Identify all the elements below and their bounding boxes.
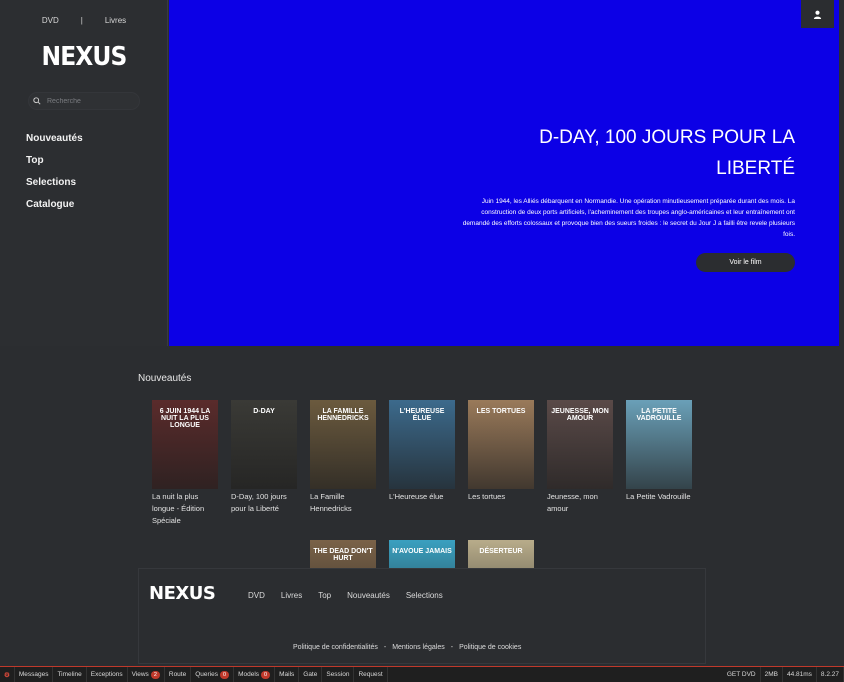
footer-link-nouveautes[interactable]: Nouveautés <box>347 591 390 600</box>
debug-toolbar: ⚙ Messages Timeline Exceptions Views 2 Route Q… <box>0 666 844 682</box>
poster-title: D-DAY <box>253 408 275 415</box>
count-badge: 0 <box>220 670 230 679</box>
movie-title[interactable]: La Petite Vadrouille <box>626 491 692 503</box>
movie-title[interactable]: D-Day, 100 jours pour la Liberté <box>231 491 297 515</box>
dvd-link[interactable]: DVD <box>42 16 59 25</box>
debugbar-tab-label: Mails <box>279 671 295 678</box>
poster-title: 6 JUIN 1944 LA NUIT LA PLUS LONGUE <box>159 408 211 429</box>
debugbar-tab[interactable]: Route <box>165 667 192 682</box>
movie-poster[interactable]: D-DAY <box>231 400 297 489</box>
poster-title: N'AVOUE JAMAIS <box>392 548 452 555</box>
debugbar-tab[interactable]: Queries 0 <box>191 667 235 682</box>
count-badge: 2 <box>150 670 160 679</box>
movie-card[interactable]: JEUNESSE, MON AMOUR Jeunesse, mon amour <box>547 400 613 515</box>
debugbar-tab[interactable]: Timeline <box>53 667 87 682</box>
footer-logo[interactable]: NEXUS <box>149 583 216 604</box>
debugbar-tab-label: Route <box>168 671 187 678</box>
debugbar-tab-label: Messages <box>18 671 49 678</box>
movie-poster[interactable]: LA PETITE VADROUILLE <box>626 400 692 489</box>
debugbar-tab-label: Gate <box>303 671 318 678</box>
cookies-link[interactable]: Politique de cookies <box>459 644 521 651</box>
movie-card[interactable]: D-DAY D-Day, 100 jours pour la Liberté <box>231 400 297 515</box>
movie-poster[interactable]: L'HEUREUSE ÉLUE <box>389 400 455 489</box>
nav-item-selections[interactable]: Selections <box>26 176 83 189</box>
movie-title[interactable]: La nuit la plus longue - Édition Spécial… <box>152 491 218 527</box>
debugbar-tab-label: Request <box>358 671 383 678</box>
search-box[interactable] <box>28 92 140 110</box>
debugbar-tab-label: Session <box>326 671 350 678</box>
footer-link-top[interactable]: Top <box>318 591 331 600</box>
debugbar-tab[interactable]: Messages <box>15 667 54 682</box>
footer-nav: DVD Livres Top Nouveautés Selections <box>248 591 443 600</box>
debugbar-stat[interactable]: GET DVD <box>723 667 761 682</box>
debugbar-tab-label: Views <box>131 671 149 678</box>
debugbar-tab[interactable]: Exceptions <box>87 667 128 682</box>
movie-poster[interactable]: LES TORTUES <box>468 400 534 489</box>
movie-card[interactable]: LA PETITE VADROUILLE La Petite Vadrouille <box>626 400 692 503</box>
top-links-separator: | <box>80 16 83 25</box>
movie-poster[interactable]: 6 JUIN 1944 LA NUIT LA PLUS LONGUE <box>152 400 218 489</box>
sidebar-nav: Nouveautés Top Selections Catalogue <box>26 132 83 211</box>
debugbar-tab[interactable]: Views 2 <box>128 667 165 682</box>
poster-title: LA FAMILLE HENNEDRICKS <box>317 408 369 422</box>
search-icon <box>33 97 41 105</box>
search-input[interactable] <box>47 97 137 105</box>
user-icon <box>813 10 822 19</box>
hero-banner: D-DAY, 100 JOURS POUR LA LIBERTÉ Juin 19… <box>169 0 839 346</box>
nav-item-top[interactable]: Top <box>26 154 83 167</box>
debugbar-tab[interactable]: Models 0 <box>234 667 276 682</box>
footer-link-livres[interactable]: Livres <box>281 591 302 600</box>
watch-film-button[interactable]: Voir le film <box>696 253 795 272</box>
movie-card[interactable]: 6 JUIN 1944 LA NUIT LA PLUS LONGUE La nui… <box>152 400 218 527</box>
section-title: Nouveautés <box>138 373 192 384</box>
movie-title[interactable]: La Famille Hennedricks <box>310 491 376 515</box>
debugbar-tab-label: Exceptions <box>90 671 123 678</box>
livres-link[interactable]: Livres <box>105 16 126 25</box>
site-logo[interactable]: NEXUS <box>8 42 159 72</box>
hero-description: Juin 1944, les Alliés débarquent en Norm… <box>462 198 795 238</box>
debugbar-tab-label: Models <box>238 671 260 678</box>
movie-title[interactable]: Jeunesse, mon amour <box>547 491 613 515</box>
footer-link-dvd[interactable]: DVD <box>248 591 265 600</box>
user-account-button[interactable] <box>801 0 834 28</box>
movie-poster[interactable]: LA FAMILLE HENNEDRICKS <box>310 400 376 489</box>
page: DVD | Livres NEXUS Nouveautés Top Select… <box>0 0 844 682</box>
poster-title: LES TORTUES <box>476 408 526 415</box>
debugbar-tab[interactable]: Session <box>322 667 355 682</box>
debugbar-tab-label: Queries <box>195 671 218 678</box>
poster-title: LA PETITE VADROUILLE <box>636 408 682 422</box>
debugbar-logo[interactable]: ⚙ <box>0 667 15 682</box>
debugbar-stat[interactable]: 8.2.27 <box>817 667 844 682</box>
legal-notice-link[interactable]: Mentions légales <box>392 644 445 651</box>
legal-separator: - <box>383 644 387 651</box>
footer-link-selections[interactable]: Selections <box>406 591 443 600</box>
movie-card[interactable]: L'HEUREUSE ÉLUE L'Heureuse élue <box>389 400 455 503</box>
movie-title[interactable]: L'Heureuse élue <box>389 491 455 503</box>
hero-title: D-DAY, 100 JOURS POUR LA LIBERTÉ <box>539 127 795 179</box>
poster-title: THE DEAD DON'T HURT <box>313 548 373 562</box>
nav-item-nouveautes[interactable]: Nouveautés <box>26 132 83 145</box>
laravel-icon: ⚙ <box>4 671 10 679</box>
top-links: DVD | Livres <box>0 16 168 25</box>
debugbar-tab-label: Timeline <box>57 671 82 678</box>
poster-title: DÉSERTEUR <box>479 548 523 555</box>
debugbar-stat[interactable]: 2MB <box>761 667 783 682</box>
privacy-link[interactable]: Politique de confidentialités <box>293 644 378 651</box>
debugbar-tab[interactable]: Request <box>354 667 388 682</box>
movie-title[interactable]: Les tortues <box>468 491 534 503</box>
debugbar-stats: GET DVD 2MB 44.81ms 8.2.27 <box>723 667 844 682</box>
debugbar-tab[interactable]: Gate <box>299 667 323 682</box>
movie-poster[interactable]: JEUNESSE, MON AMOUR <box>547 400 613 489</box>
movie-card[interactable]: LA FAMILLE HENNEDRICKS La Famille Hennedr… <box>310 400 376 515</box>
poster-title: L'HEUREUSE ÉLUE <box>399 408 445 422</box>
sidebar: DVD | Livres NEXUS Nouveautés Top Select… <box>0 0 168 346</box>
nav-item-catalogue[interactable]: Catalogue <box>26 198 83 211</box>
debugbar-tab[interactable]: Mails <box>275 667 300 682</box>
footer-legal: Politique de confidentialités - Mentions… <box>293 644 521 651</box>
legal-separator: - <box>450 644 454 651</box>
debugbar-stat[interactable]: 44.81ms <box>783 667 817 682</box>
poster-title: JEUNESSE, MON AMOUR <box>551 408 609 422</box>
count-badge: 0 <box>261 670 271 679</box>
movie-card[interactable]: LES TORTUES Les tortues <box>468 400 534 503</box>
